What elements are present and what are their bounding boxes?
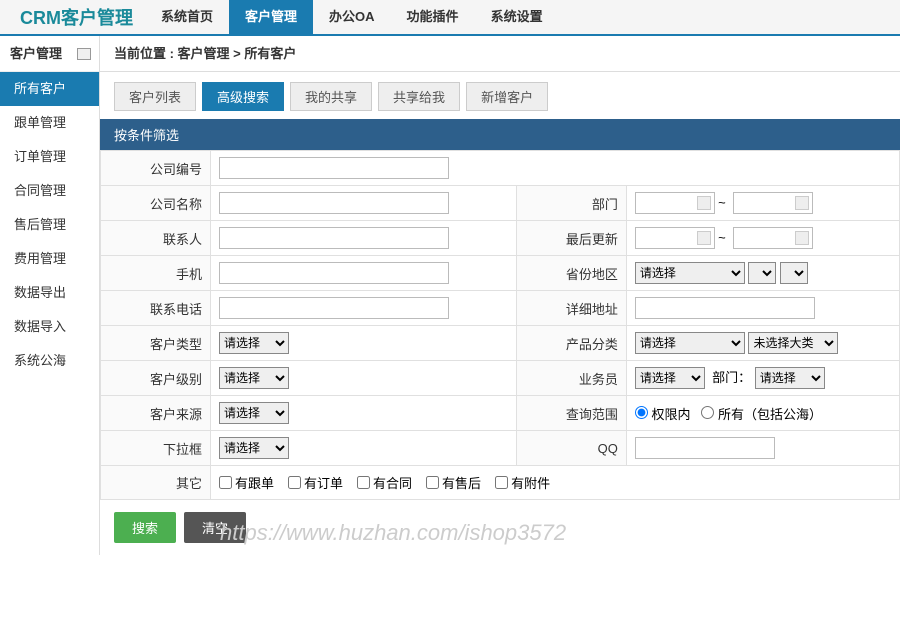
checkbox-group-other: 有跟单 有订单 有合同 有售后 有附件 xyxy=(219,473,891,492)
check-contract[interactable] xyxy=(357,476,370,489)
label-dropdown: 下拉框 xyxy=(101,431,211,466)
select-salesman[interactable]: 请选择 xyxy=(635,367,705,389)
sidebar-title: 客户管理 xyxy=(10,36,62,72)
label-other: 其它 xyxy=(101,466,211,500)
nav-settings[interactable]: 系统设置 xyxy=(475,0,559,35)
check-attachment[interactable] xyxy=(495,476,508,489)
select-dropdown[interactable]: 请选择 xyxy=(219,437,289,459)
label-mobile: 手机 xyxy=(101,256,211,291)
sidebar-item-expense[interactable]: 费用管理 xyxy=(0,242,99,276)
select-prod-cat[interactable]: 请选择 xyxy=(635,332,745,354)
label-contact: 联系人 xyxy=(101,221,211,256)
check-aftersale[interactable] xyxy=(426,476,439,489)
input-contact[interactable] xyxy=(219,227,449,249)
sidebar-item-followup[interactable]: 跟单管理 xyxy=(0,106,99,140)
label-cust-level: 客户级别 xyxy=(101,361,211,396)
top-nav: CRM客户管理 系统首页 客户管理 办公OA 功能插件 系统设置 xyxy=(0,0,900,36)
tab-my-share[interactable]: 我的共享 xyxy=(290,82,372,111)
input-company-no[interactable] xyxy=(219,157,449,179)
sidebar-item-export[interactable]: 数据导出 xyxy=(0,276,99,310)
action-buttons: 搜索 清空 xyxy=(100,500,900,555)
sidebar-header: 客户管理 xyxy=(0,36,99,72)
select-cust-level[interactable]: 请选择 xyxy=(219,367,289,389)
label-last-update: 最后更新 xyxy=(516,221,626,256)
check-order[interactable] xyxy=(288,476,301,489)
calendar-icon[interactable] xyxy=(795,231,809,245)
main-content: 当前位置 : 客户管理 > 所有客户 客户列表 高级搜索 我的共享 共享给我 新… xyxy=(100,36,900,555)
nav-home[interactable]: 系统首页 xyxy=(145,0,229,35)
sidebar-item-aftersale[interactable]: 售后管理 xyxy=(0,208,99,242)
clear-button[interactable]: 清空 xyxy=(184,512,246,543)
radio-scope-all[interactable] xyxy=(701,406,714,419)
label-company-no: 公司编号 xyxy=(101,151,211,186)
input-address[interactable] xyxy=(635,297,815,319)
nav-oa[interactable]: 办公OA xyxy=(313,0,391,35)
select-cust-source[interactable]: 请选择 xyxy=(219,402,289,424)
check-followup[interactable] xyxy=(219,476,232,489)
select-prod-big-cat[interactable]: 未选择大类 xyxy=(748,332,838,354)
label-prod-cat: 产品分类 xyxy=(516,326,626,361)
tab-shared-to-me[interactable]: 共享给我 xyxy=(378,82,460,111)
sidebar: 客户管理 所有客户 跟单管理 订单管理 合同管理 售后管理 费用管理 数据导出 … xyxy=(0,36,100,555)
check-contract-label[interactable]: 有合同 xyxy=(357,473,412,492)
radio-scope-perm[interactable] xyxy=(635,406,648,419)
tab-advanced-search[interactable]: 高级搜索 xyxy=(202,82,284,111)
input-phone[interactable] xyxy=(219,297,449,319)
brand-logo: CRM客户管理 xyxy=(8,4,145,30)
input-qq[interactable] xyxy=(635,437,775,459)
sub-tabs: 客户列表 高级搜索 我的共享 共享给我 新增客户 xyxy=(100,72,900,119)
sidebar-item-contract[interactable]: 合同管理 xyxy=(0,174,99,208)
input-mobile[interactable] xyxy=(219,262,449,284)
label-cust-type: 客户类型 xyxy=(101,326,211,361)
nav-customer[interactable]: 客户管理 xyxy=(229,0,313,35)
radio-scope-all-label[interactable]: 所有（包括公海） xyxy=(701,407,822,422)
search-button[interactable]: 搜索 xyxy=(114,512,176,543)
tab-add-customer[interactable]: 新增客户 xyxy=(466,82,548,111)
sidebar-item-import[interactable]: 数据导入 xyxy=(0,310,99,344)
select-city[interactable] xyxy=(748,262,776,284)
tab-list[interactable]: 客户列表 xyxy=(114,82,196,111)
label-cust-source: 客户来源 xyxy=(101,396,211,431)
check-aftersale-label[interactable]: 有售后 xyxy=(426,473,481,492)
check-followup-label[interactable]: 有跟单 xyxy=(219,473,274,492)
label-phone: 联系电话 xyxy=(101,291,211,326)
label-dept: 部门 xyxy=(516,186,626,221)
nav-plugin[interactable]: 功能插件 xyxy=(391,0,475,35)
sidebar-item-order[interactable]: 订单管理 xyxy=(0,140,99,174)
input-company-name[interactable] xyxy=(219,192,449,214)
label-company-name: 公司名称 xyxy=(101,186,211,221)
label-qq: QQ xyxy=(516,431,626,466)
filter-form: 公司编号 公司名称 部门 ~ 联系人 最后更新 ~ xyxy=(100,150,900,500)
label-scope: 查询范围 xyxy=(516,396,626,431)
calendar-icon[interactable] xyxy=(697,196,711,210)
sidebar-toggle-icon[interactable] xyxy=(77,48,91,60)
calendar-icon[interactable] xyxy=(795,196,809,210)
radio-scope-perm-label[interactable]: 权限内 xyxy=(635,407,691,422)
filter-panel-header: 按条件筛选 xyxy=(100,119,900,150)
label-province: 省份地区 xyxy=(516,256,626,291)
select-district[interactable] xyxy=(780,262,808,284)
date-separator: ~ xyxy=(718,230,726,245)
label-address: 详细地址 xyxy=(516,291,626,326)
date-separator: ~ xyxy=(718,195,726,210)
check-order-label[interactable]: 有订单 xyxy=(288,473,343,492)
check-attachment-label[interactable]: 有附件 xyxy=(495,473,550,492)
dept-inline-label: 部门： xyxy=(712,370,751,385)
sidebar-item-all-customers[interactable]: 所有客户 xyxy=(0,72,99,106)
calendar-icon[interactable] xyxy=(697,231,711,245)
select-cust-type[interactable]: 请选择 xyxy=(219,332,289,354)
breadcrumb: 当前位置 : 客户管理 > 所有客户 xyxy=(100,36,900,72)
label-salesman: 业务员 xyxy=(516,361,626,396)
select-province[interactable]: 请选择 xyxy=(635,262,745,284)
select-salesman-dept[interactable]: 请选择 xyxy=(755,367,825,389)
sidebar-item-public[interactable]: 系统公海 xyxy=(0,344,99,378)
